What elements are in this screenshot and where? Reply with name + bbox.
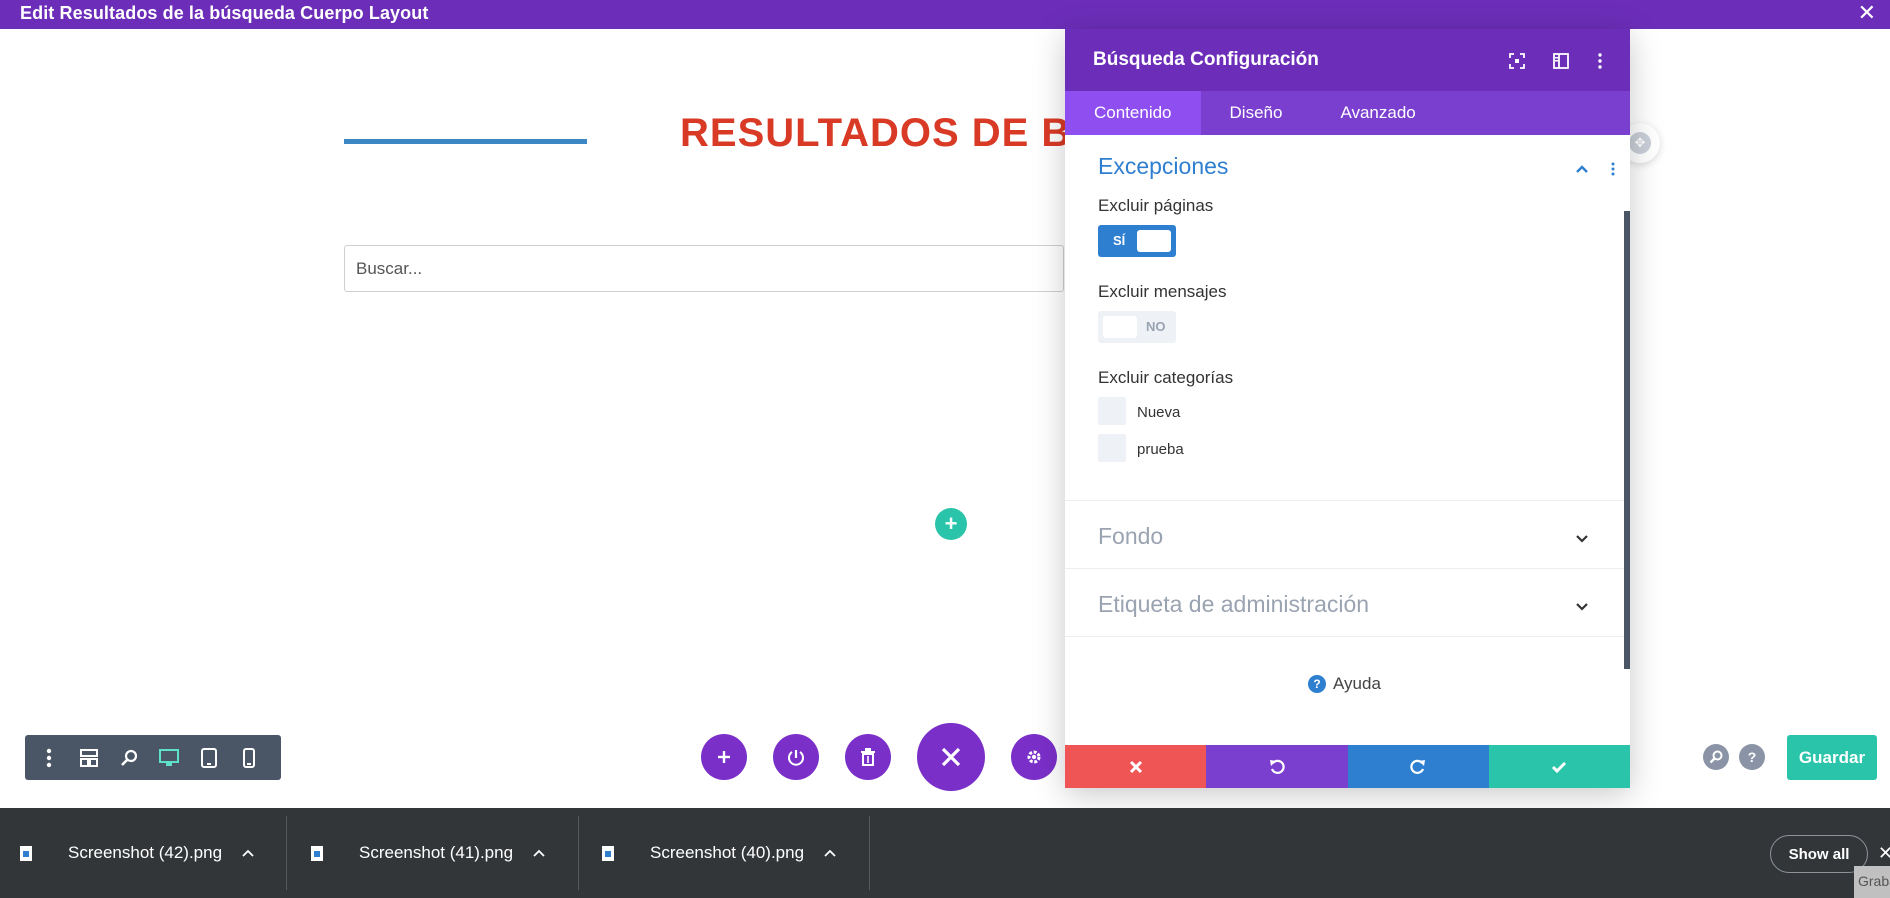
category-checkbox-nueva[interactable] [1098, 397, 1126, 425]
download-filename[interactable]: Screenshot (40).png [650, 843, 820, 863]
divider [1065, 568, 1624, 569]
arrows-icon: ✥ [1629, 132, 1651, 154]
download-filename[interactable]: Screenshot (41).png [359, 843, 529, 863]
decorative-divider [344, 139, 587, 144]
redo-button[interactable] [1347, 745, 1489, 788]
chevron-up-icon[interactable] [238, 843, 258, 863]
toggle-off-label: NO [1146, 319, 1166, 334]
more-vertical-icon[interactable] [33, 740, 64, 776]
downloads-bar: Screenshot (42).png Screenshot (41).png … [0, 808, 1890, 898]
divider [1065, 636, 1624, 637]
help-label: Ayuda [1333, 674, 1381, 693]
divider [1065, 500, 1624, 501]
search-icon[interactable] [1703, 744, 1729, 770]
chevron-up-icon[interactable] [529, 843, 549, 863]
exclude-pages-label: Excluir páginas [1098, 196, 1214, 215]
exclude-pages-toggle[interactable]: SÍ [1098, 225, 1176, 257]
search-input[interactable] [344, 245, 1064, 292]
exclude-categories-label: Excluir categorías [1098, 368, 1234, 387]
close-builder-button[interactable] [917, 723, 985, 791]
close-icon [1129, 760, 1142, 773]
recording-overlay-label: Graba [1854, 866, 1890, 898]
category-label-prueba: prueba [1137, 441, 1184, 458]
add-button[interactable] [701, 734, 747, 780]
exclude-posts-label: Excluir mensajes [1098, 282, 1227, 301]
tab-contenido[interactable]: Contenido [1065, 91, 1201, 135]
redo-icon [1410, 759, 1426, 774]
undo-button[interactable] [1206, 745, 1348, 788]
panel-scrollbar[interactable] [1624, 211, 1630, 669]
tab-avanzado[interactable]: Avanzado [1311, 91, 1444, 135]
confirm-button[interactable] [1488, 745, 1630, 788]
page-title: Edit Resultados de la búsqueda Cuerpo La… [20, 3, 429, 23]
split-view-icon[interactable] [1549, 49, 1573, 73]
chevron-up-icon[interactable] [1572, 159, 1592, 179]
close-icon[interactable]: ✕ [1858, 1, 1876, 25]
exclude-posts-toggle[interactable]: NO [1098, 311, 1176, 343]
help-icon[interactable]: ? [1739, 744, 1765, 770]
panel-title: Búsqueda Configuración [1093, 49, 1319, 70]
trash-icon [861, 748, 875, 766]
settings-panel: Búsqueda Configuración Contenido Diseño … [1065, 29, 1630, 788]
page-settings-button[interactable] [1011, 734, 1057, 780]
category-label-nueva: Nueva [1137, 404, 1181, 421]
download-item[interactable]: Screenshot (42).png [0, 808, 258, 898]
panel-tabs: Contenido Diseño Avanzado [1065, 91, 1630, 135]
close-icon[interactable]: ✕ [1878, 843, 1890, 864]
help-link[interactable]: ? Ayuda [1308, 674, 1381, 694]
chevron-up-icon[interactable] [820, 843, 840, 863]
download-filename[interactable]: Screenshot (42).png [68, 843, 238, 863]
power-icon [788, 750, 804, 766]
gear-icon [1027, 750, 1041, 764]
portability-button[interactable] [773, 734, 819, 780]
toggle-on-label: SÍ [1113, 233, 1126, 248]
zoom-icon[interactable] [113, 740, 144, 776]
discard-button[interactable] [1065, 745, 1207, 788]
phone-icon[interactable] [233, 740, 264, 776]
category-checkbox-prueba[interactable] [1098, 434, 1126, 462]
file-icon [311, 845, 323, 861]
download-item[interactable]: Screenshot (41).png [291, 808, 549, 898]
toggle-knob [1137, 230, 1171, 252]
plus-icon [718, 751, 730, 763]
question-icon: ? [1308, 675, 1326, 693]
file-icon [20, 845, 32, 861]
section-title-excepciones[interactable]: Excepciones [1098, 153, 1228, 180]
panel-body: Excepciones Excluir páginas SÍ Excluir m… [1065, 135, 1630, 745]
undo-icon [1269, 759, 1285, 774]
desktop-icon[interactable] [153, 740, 184, 776]
tablet-icon[interactable] [193, 740, 224, 776]
close-icon [941, 747, 961, 767]
results-heading: RESULTADOS DE BÚ [680, 111, 1102, 155]
chevron-down-icon[interactable] [1572, 597, 1592, 617]
divider [578, 816, 579, 890]
toggle-knob [1103, 316, 1137, 338]
more-vertical-icon[interactable] [1588, 49, 1612, 73]
layout-icon[interactable] [73, 740, 104, 776]
divider [869, 816, 870, 890]
add-module-button[interactable]: + [935, 508, 967, 540]
chevron-down-icon[interactable] [1572, 529, 1592, 549]
view-toolbar [25, 735, 281, 780]
save-button[interactable]: Guardar [1787, 735, 1877, 780]
section-title-fondo[interactable]: Fondo [1098, 523, 1163, 550]
file-icon [602, 845, 614, 861]
section-title-etiqueta[interactable]: Etiqueta de administración [1098, 591, 1369, 618]
check-icon [1552, 761, 1567, 773]
top-bar: Edit Resultados de la búsqueda Cuerpo La… [0, 0, 1890, 29]
section-more-icon[interactable] [1603, 159, 1623, 179]
panel-footer [1065, 745, 1630, 788]
divider [286, 816, 287, 890]
download-item[interactable]: Screenshot (40).png [582, 808, 840, 898]
delete-button[interactable] [845, 734, 891, 780]
panel-header: Búsqueda Configuración [1065, 29, 1630, 91]
tab-diseno[interactable]: Diseño [1201, 91, 1312, 135]
expand-icon[interactable] [1505, 49, 1529, 73]
